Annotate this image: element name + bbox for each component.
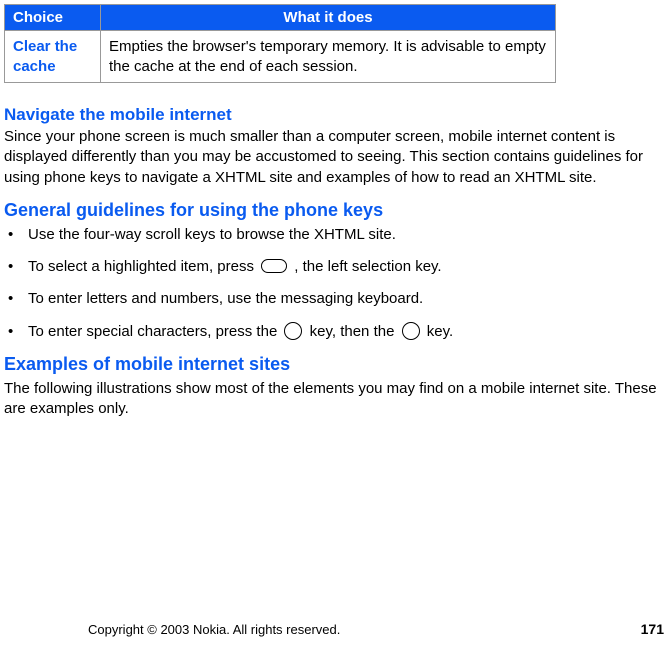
list-item: • To select a highlighted item, press , … [8,257,668,277]
list-item: • Use the four-way scroll keys to browse… [8,225,668,245]
list-item: • To enter letters and numbers, use the … [8,289,668,309]
heading-examples: Examples of mobile internet sites [4,354,668,375]
table-row: Clear the cache Empties the browser's te… [5,31,556,83]
guidelines-list: • Use the four-way scroll keys to browse… [8,225,668,342]
table-header-choice: Choice [5,5,101,31]
text-fragment: key. [427,323,453,340]
options-table: Choice What it does Clear the cache Empt… [4,4,556,83]
page-footer: Copyright © 2003 Nokia. All rights reser… [0,621,672,637]
bullet-icon: • [8,289,28,309]
body-examples: The following illustrations show most of… [4,379,668,420]
desc-cell: Empties the browser's temporary memory. … [101,31,556,83]
text-fragment: To enter special characters, press the [28,323,281,340]
special-key-icon [284,322,302,340]
copyright-text: Copyright © 2003 Nokia. All rights reser… [88,622,340,637]
selection-key-icon [261,259,287,273]
list-text: Use the four-way scroll keys to browse t… [28,225,668,245]
bullet-icon: • [8,322,28,342]
list-text: To enter letters and numbers, use the me… [28,289,668,309]
text-fragment: To select a highlighted item, press [28,258,258,275]
bullet-icon: • [8,257,28,277]
heading-guidelines: General guidelines for using the phone k… [4,200,668,221]
list-text: To select a highlighted item, press , th… [28,257,668,277]
body-navigate: Since your phone screen is much smaller … [4,127,668,188]
list-text: To enter special characters, press the k… [28,322,668,342]
text-fragment: , the left selection key. [294,258,441,275]
bullet-icon: • [8,225,28,245]
list-item: • To enter special characters, press the… [8,322,668,342]
text-fragment: key, then the [310,323,399,340]
page-number: 171 [641,621,664,637]
special-key-icon [402,322,420,340]
choice-cell: Clear the cache [5,31,101,83]
heading-navigate: Navigate the mobile internet [4,105,668,125]
table-header-desc: What it does [101,5,556,31]
